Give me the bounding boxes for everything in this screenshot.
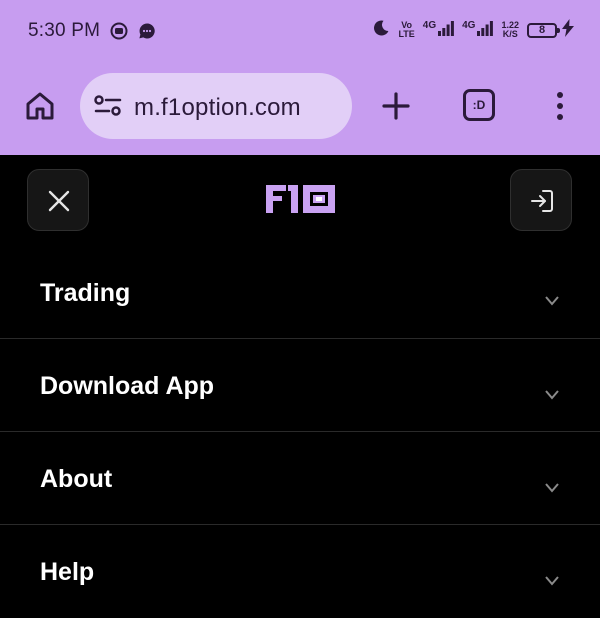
status-time: 5:30 PM xyxy=(28,20,101,41)
notification-icon xyxy=(110,22,128,45)
signal-1-icon xyxy=(438,20,455,41)
chevron-down-icon[interactable] xyxy=(545,387,559,405)
home-icon[interactable] xyxy=(24,90,56,122)
address-bar[interactable]: m.f1option.com xyxy=(80,73,352,139)
chat-bubble-icon xyxy=(138,22,156,45)
tab-switcher-button[interactable]: :D xyxy=(463,89,495,121)
menu-item-label: Trading xyxy=(40,279,131,307)
login-icon xyxy=(531,190,553,212)
login-button[interactable] xyxy=(510,169,572,231)
network-speed-unit: K/S xyxy=(502,29,518,39)
brand-logo[interactable] xyxy=(266,183,336,220)
new-tab-plus-icon[interactable] xyxy=(380,90,412,122)
nav-menu: Trading Download App About Help xyxy=(0,245,600,618)
menu-item-about[interactable]: About xyxy=(0,432,600,525)
volte-indicator: Vo LTE xyxy=(398,21,414,39)
menu-item-download-app[interactable]: Download App xyxy=(0,339,600,432)
site-settings-icon[interactable] xyxy=(94,95,122,122)
close-icon xyxy=(48,190,70,212)
status-bar: 5:30 PM Vo LTE 4G 4G 1.22 K/S 8 xyxy=(0,0,600,60)
network-1: 4G xyxy=(422,19,455,41)
browser-toolbar: m.f1option.com :D xyxy=(0,70,600,142)
url-text[interactable]: m.f1option.com xyxy=(134,94,301,122)
battery-icon: 8 xyxy=(527,22,560,38)
network-1-label: 4G xyxy=(422,19,437,31)
menu-item-label: Download App xyxy=(40,372,215,400)
browser-chrome: 5:30 PM Vo LTE 4G 4G 1.22 K/S 8 m.f1opti… xyxy=(0,0,600,155)
chevron-down-icon[interactable] xyxy=(545,480,559,498)
site-header xyxy=(0,155,600,245)
charging-bolt-icon xyxy=(562,18,574,42)
network-speed: 1.22 K/S xyxy=(501,21,519,39)
chevron-down-icon[interactable] xyxy=(545,573,559,591)
menu-item-help[interactable]: Help xyxy=(0,525,600,618)
signal-2-icon xyxy=(477,20,494,41)
menu-item-label: Help xyxy=(40,558,95,586)
menu-item-label: About xyxy=(40,465,113,493)
close-menu-button[interactable] xyxy=(27,169,89,231)
status-icons: Vo LTE 4G 4G 1.22 K/S 8 xyxy=(372,18,574,42)
menu-item-trading[interactable]: Trading xyxy=(0,245,600,339)
do-not-disturb-moon-icon xyxy=(372,19,390,42)
network-2: 4G xyxy=(462,19,494,41)
volte-bottom-label: LTE xyxy=(398,29,415,39)
chevron-down-icon[interactable] xyxy=(545,293,559,311)
network-2-label: 4G xyxy=(462,19,476,31)
more-options-icon[interactable] xyxy=(548,90,572,122)
